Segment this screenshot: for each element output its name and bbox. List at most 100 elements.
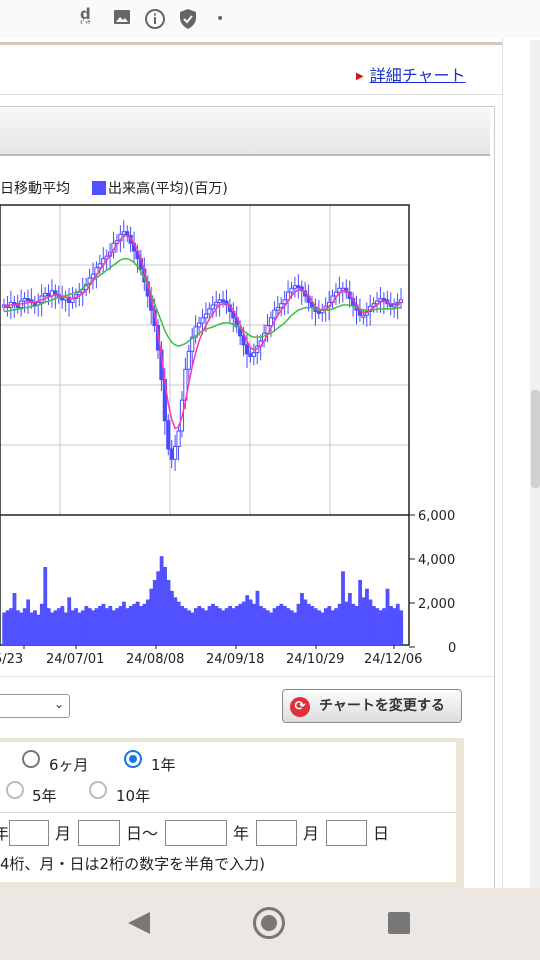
volume-bar	[111, 610, 116, 645]
volume-bar	[211, 603, 215, 645]
end-day-input[interactable]	[326, 820, 367, 846]
radio-1-year[interactable]	[124, 750, 142, 768]
candle-body	[251, 352, 256, 357]
volume-bar	[228, 606, 232, 645]
volume-bar	[108, 606, 113, 645]
x-axis-label: 24/09/18	[206, 652, 264, 667]
volume-bar	[33, 610, 37, 645]
change-chart-button[interactable]: ⟳ チャートを変更する	[282, 689, 462, 723]
triangle-bullet-icon: ▶	[356, 71, 364, 82]
volume-bar	[354, 606, 359, 645]
volume-bar	[392, 608, 397, 645]
volume-bar	[231, 608, 236, 645]
detail-chart-link-row: ▶ 詳細チャート	[356, 62, 466, 86]
candle-body	[214, 301, 219, 306]
volume-bar	[67, 597, 72, 645]
volume-bar	[248, 599, 253, 645]
candle-body	[378, 298, 383, 302]
volume-bar	[70, 610, 75, 645]
volume-bar	[74, 608, 78, 645]
volume-bar	[217, 608, 222, 645]
info-icon	[144, 8, 166, 35]
volume-bar	[337, 603, 342, 645]
chevron-down-icon: ⌄	[53, 697, 64, 711]
volume-bar	[276, 606, 280, 645]
volume-bar	[330, 610, 335, 645]
volume-bar	[57, 608, 61, 645]
volume-bar	[87, 608, 92, 645]
radio-6-months[interactable]	[22, 750, 40, 768]
back-icon[interactable]	[128, 912, 150, 934]
volume-bar	[43, 567, 48, 645]
stock-chart: 6,000 4,000 2,000 0 5/23 24/07/01 24/08/08 24/0…	[0, 204, 456, 667]
candle-body	[25, 298, 31, 302]
candle-body	[337, 287, 342, 293]
volume-bar	[303, 599, 308, 645]
chart-type-select[interactable]: ⌄	[0, 694, 70, 718]
volume-bar	[29, 612, 34, 645]
plot-background	[0, 205, 409, 645]
volume-bar	[193, 608, 198, 645]
candle-body	[169, 448, 174, 460]
volume-bar	[94, 608, 99, 645]
home-icon[interactable]	[253, 907, 285, 939]
radio-1-year-label: 1年	[151, 756, 176, 774]
end-month-input[interactable]	[256, 820, 297, 846]
volume-bar	[296, 603, 301, 645]
candle-body	[272, 309, 277, 319]
radio-10-years[interactable]	[89, 781, 107, 799]
candle-body	[220, 299, 226, 303]
volume-bar	[368, 599, 373, 645]
volume-bar	[272, 608, 277, 645]
notification-dot-icon: •	[216, 11, 225, 27]
volume-bar	[224, 608, 229, 645]
volume-bar	[313, 608, 318, 645]
candle-body	[381, 298, 386, 302]
volume-bar	[9, 608, 13, 645]
volume-bar	[200, 608, 205, 645]
candle-body	[361, 314, 366, 318]
volume-bar	[104, 608, 109, 645]
volume-bar	[371, 606, 376, 645]
volume-bar	[183, 608, 188, 645]
volume-bar	[293, 612, 298, 645]
volume-bar	[382, 608, 386, 645]
x-axis-label: 24/12/06	[364, 652, 422, 667]
volume-bar	[238, 603, 243, 645]
volume-bar	[378, 610, 383, 645]
candle-body	[275, 307, 280, 311]
scrollbar-thumb[interactable]	[531, 390, 540, 488]
volume-bar	[344, 601, 349, 645]
volume-bar	[341, 571, 345, 645]
candle-body	[22, 298, 27, 302]
radio-5-years[interactable]	[6, 781, 24, 799]
volume-bar	[146, 599, 150, 645]
docomo-icon: d ﾋﾟｯﾂ	[80, 5, 91, 26]
volume-bar	[81, 610, 85, 645]
volume-bar	[389, 606, 393, 645]
volume-bar	[279, 603, 284, 645]
volume-bar	[306, 603, 311, 645]
candle-body	[244, 344, 250, 355]
volume-bar	[77, 612, 82, 645]
candle-body	[217, 299, 222, 303]
volume-bar	[365, 588, 369, 645]
detail-chart-link[interactable]: 詳細チャート	[370, 66, 466, 85]
volume-bar	[15, 610, 20, 645]
end-year-input[interactable]	[165, 820, 227, 846]
recent-apps-icon[interactable]	[388, 912, 410, 934]
start-month-suffix: 月	[55, 824, 72, 843]
image-icon	[113, 8, 131, 31]
volume-bar	[5, 610, 10, 645]
volume-axis-label: 0	[448, 641, 456, 656]
start-month-input[interactable]	[9, 820, 49, 846]
section-divider	[0, 94, 502, 95]
controls-divider	[0, 676, 494, 677]
candle-body	[210, 304, 215, 310]
start-day-input[interactable]	[78, 820, 120, 846]
volume-bar	[128, 606, 133, 645]
volume-axis-label: 4,000	[418, 553, 455, 568]
volume-bar	[180, 606, 185, 645]
candle-body	[121, 231, 126, 235]
volume-bar	[323, 608, 328, 645]
